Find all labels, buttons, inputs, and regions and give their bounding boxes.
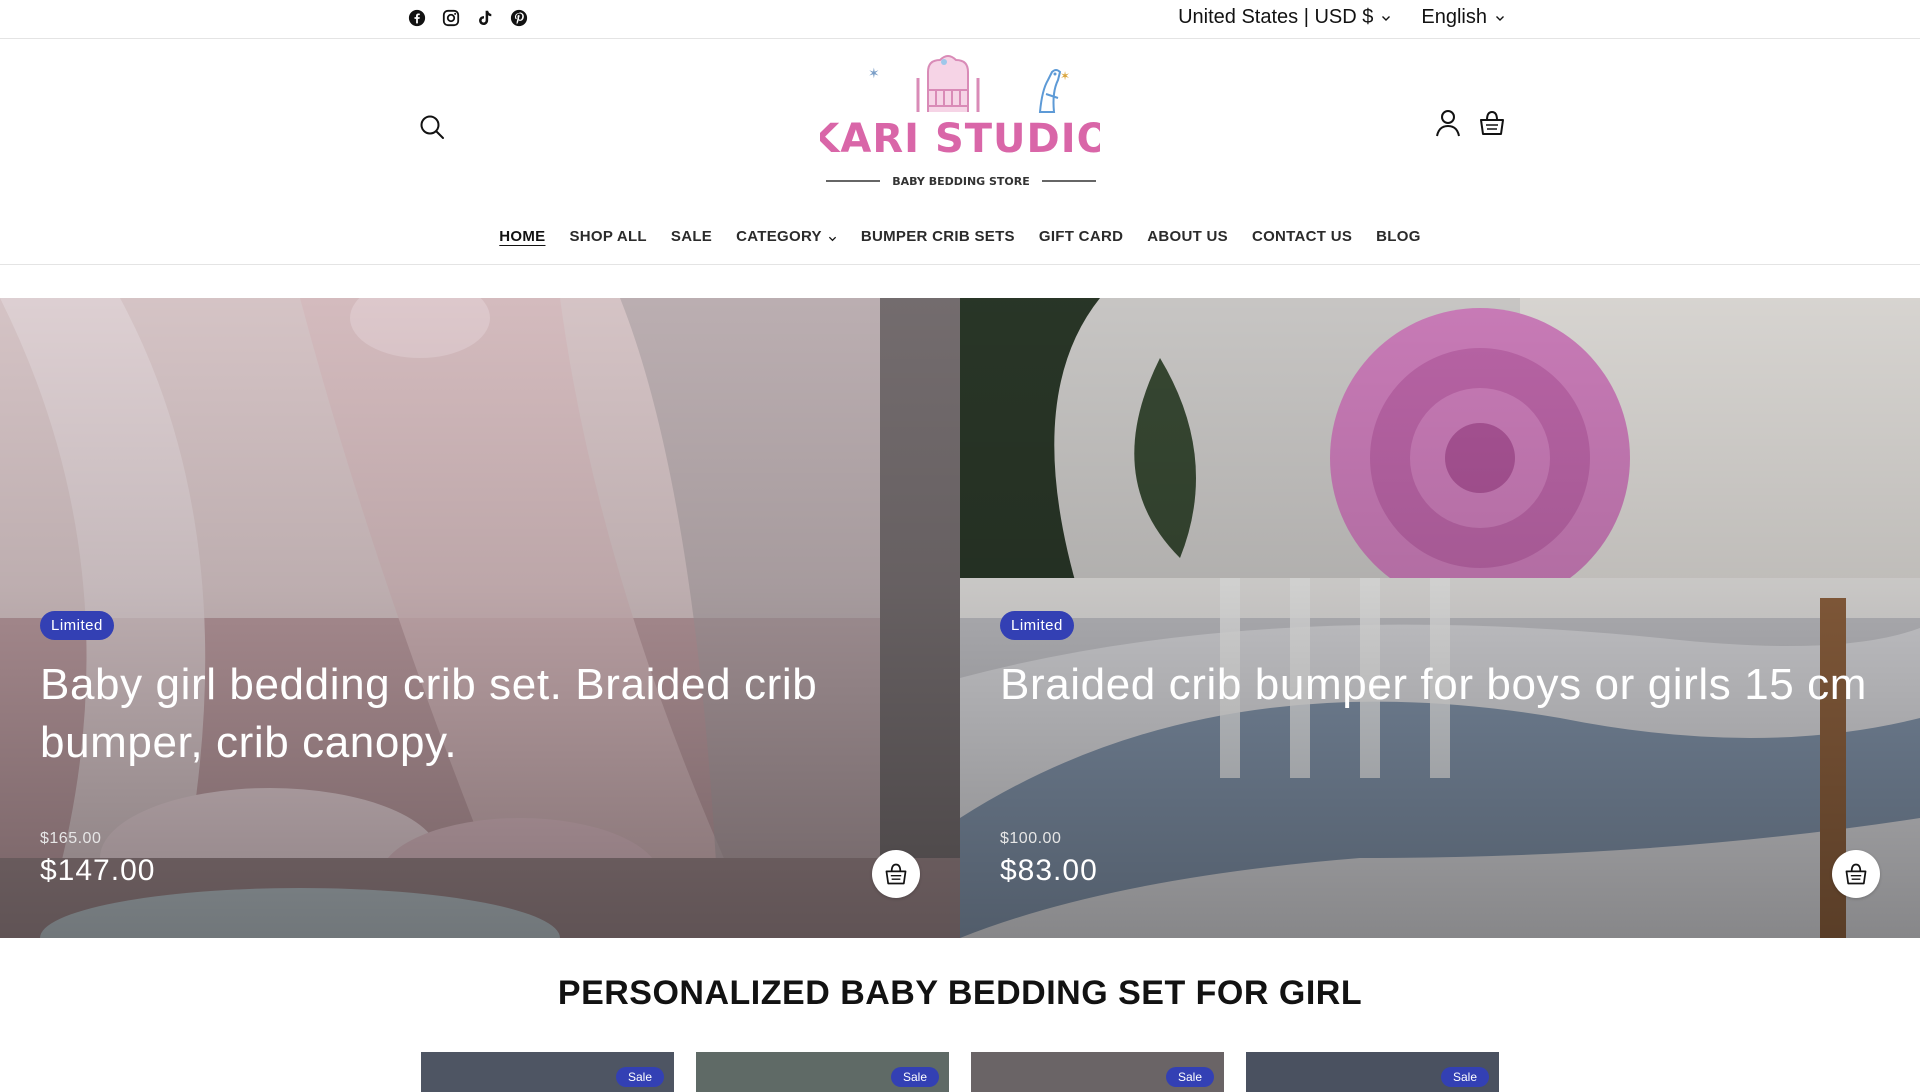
sale-badge: Sale — [1165, 1067, 1214, 1087]
svg-text:✶: ✶ — [868, 66, 880, 82]
logo-wordmark: KARI STUDIO — [820, 116, 1100, 162]
nav-home[interactable]: HOME — [499, 228, 545, 247]
utility-bar: United States | USD $ English — [0, 0, 1920, 39]
sale-badge: Sale — [890, 1067, 939, 1087]
sale-price: $147.00 — [40, 854, 156, 887]
nav-gift-card[interactable]: GIFT CARD — [1039, 228, 1123, 247]
country-currency-label: United States | USD $ — [1178, 6, 1374, 28]
nav-shop-all[interactable]: SHOP ALL — [569, 228, 646, 247]
product-card[interactable]: Sale — [971, 1052, 1224, 1092]
account-icon[interactable] — [1435, 108, 1461, 138]
store-logo[interactable]: ✶ ✶ KARI STUDIO BABY BEDDING STORE — [820, 50, 1100, 200]
quick-add-button[interactable] — [1832, 850, 1880, 898]
nav-blog[interactable]: BLOG — [1376, 228, 1421, 247]
logo-tagline: BABY BEDDING STORE — [892, 175, 1030, 188]
search-icon[interactable] — [418, 113, 446, 141]
chevron-down-icon — [1382, 15, 1391, 21]
product-card[interactable]: Sale — [696, 1052, 949, 1092]
country-currency-selector[interactable]: United States | USD $ — [1178, 6, 1391, 29]
main-nav: HOME SHOP ALL SALE CATEGORY BUMPER CRIB … — [0, 228, 1920, 247]
nav-contact-us[interactable]: CONTACT US — [1252, 228, 1352, 247]
localization: United States | USD $ English — [1178, 6, 1505, 29]
price-block: $165.00 $147.00 — [40, 830, 155, 888]
featured-products: Limited Baby girl bedding crib set. Brai… — [0, 298, 1920, 938]
cart-icon — [885, 863, 907, 885]
product-title[interactable]: Braided crib bumper for boys or girls 15… — [1000, 656, 1880, 714]
cart-icon — [1845, 863, 1867, 885]
nav-category[interactable]: CATEGORY — [736, 228, 837, 247]
facebook-icon[interactable] — [408, 9, 426, 27]
language-label: English — [1421, 6, 1487, 28]
crib-illustration — [916, 55, 980, 112]
tiktok-icon[interactable] — [476, 9, 494, 27]
svg-text:✶: ✶ — [1060, 69, 1070, 83]
compare-price: $100.00 — [1000, 830, 1062, 847]
social-links — [408, 9, 528, 27]
giraffe-illustration — [1038, 69, 1062, 113]
chevron-down-icon — [1496, 15, 1504, 21]
sale-badge: Sale — [615, 1067, 664, 1087]
product-panel[interactable]: Limited Baby girl bedding crib set. Brai… — [0, 298, 960, 938]
nav-about-us[interactable]: ABOUT US — [1147, 228, 1228, 247]
product-grid: Sale Sale Sale Sale — [421, 1052, 1499, 1092]
product-card[interactable]: Sale — [421, 1052, 674, 1092]
language-selector[interactable]: English — [1421, 6, 1505, 29]
product-panel[interactable]: Limited Braided crib bumper for boys or … — [960, 298, 1920, 938]
sale-badge: Sale — [1440, 1067, 1489, 1087]
limited-badge: Limited — [1000, 611, 1074, 640]
product-card[interactable]: Sale — [1246, 1052, 1499, 1092]
pinterest-icon[interactable] — [510, 9, 528, 27]
product-info: Limited Braided crib bumper for boys or … — [1000, 611, 1880, 714]
nav-sale[interactable]: SALE — [671, 228, 712, 247]
nav-bumper-crib-sets[interactable]: BUMPER CRIB SETS — [861, 228, 1015, 247]
sale-price: $83.00 — [1000, 854, 1098, 887]
site-header: ✶ ✶ KARI STUDIO BABY BEDDING STORE HOME … — [0, 40, 1920, 265]
product-info: Limited Baby girl bedding crib set. Brai… — [40, 611, 920, 772]
chevron-down-icon — [828, 236, 836, 241]
cart-icon[interactable] — [1478, 108, 1506, 138]
instagram-icon[interactable] — [442, 9, 460, 27]
price-block: $100.00 $83.00 — [1000, 830, 1098, 888]
collection-heading: PERSONALIZED BABY BEDDING SET FOR GIRL — [557, 974, 1363, 1012]
compare-price: $165.00 — [40, 830, 102, 847]
limited-badge: Limited — [40, 611, 114, 640]
quick-add-button[interactable] — [872, 850, 920, 898]
product-title[interactable]: Baby girl bedding crib set. Braided crib… — [40, 656, 920, 772]
